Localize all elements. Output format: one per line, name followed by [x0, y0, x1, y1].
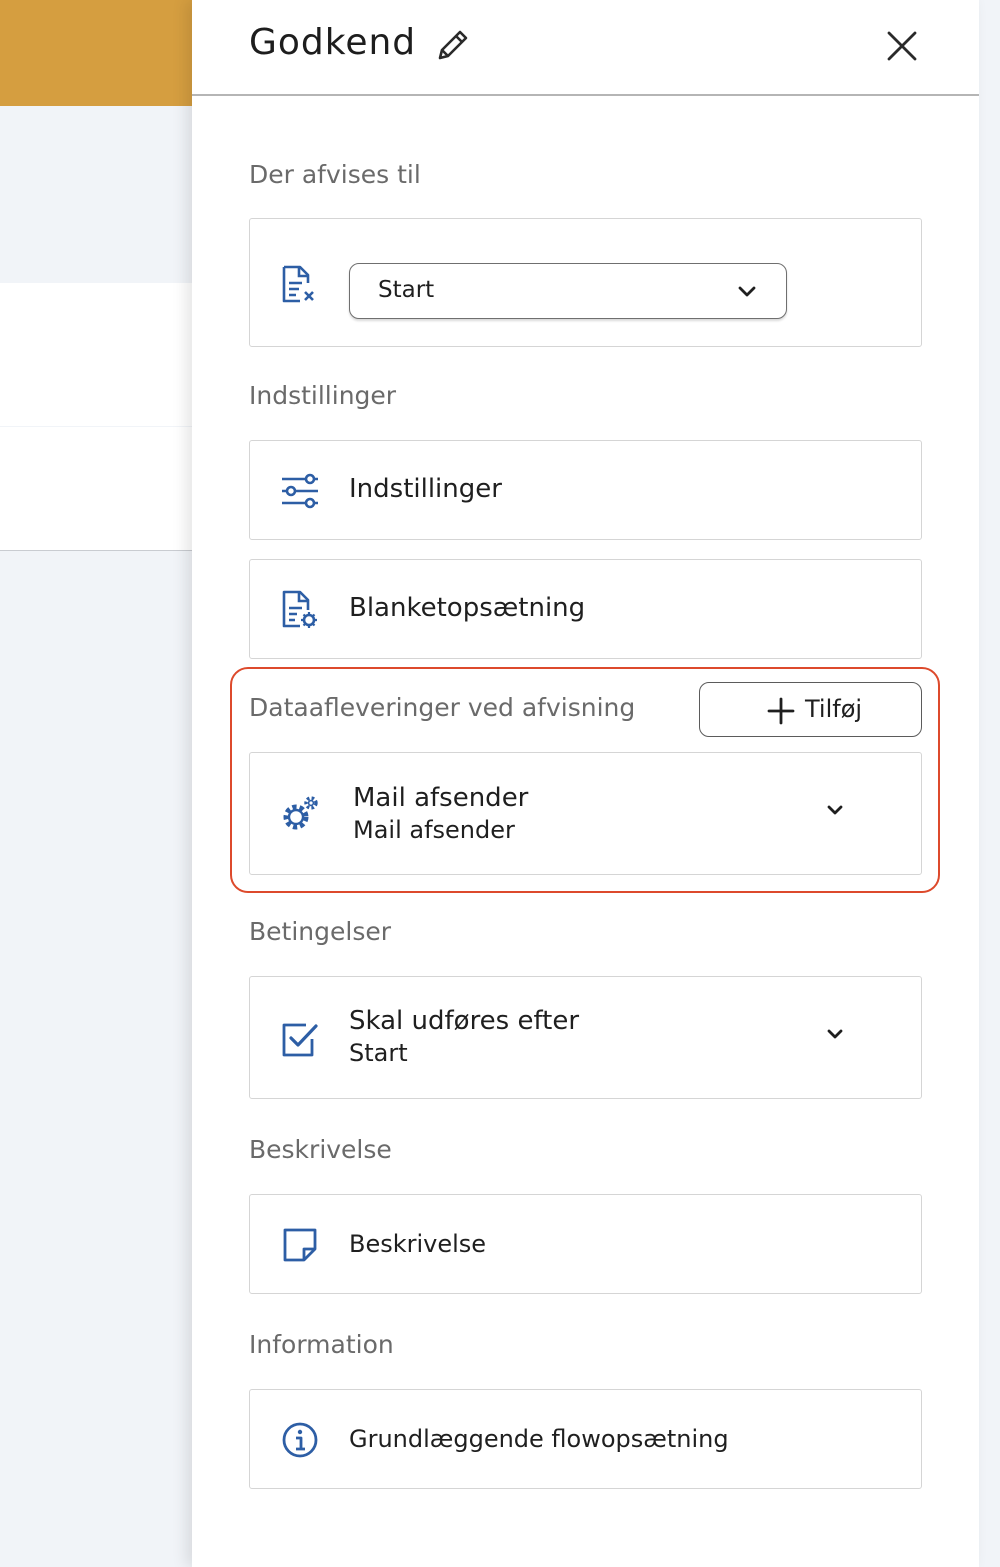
- rejection-target-card: Start: [249, 218, 922, 347]
- sliders-icon: [282, 473, 318, 509]
- section-label-settings: Indstillinger: [249, 381, 397, 410]
- condition-title: Skal udføres efter: [349, 1006, 580, 1036]
- section-label-conditions: Betingelser: [249, 917, 392, 946]
- section-label-rejection: Der afvises til: [249, 160, 421, 189]
- settings-card-label: Indstillinger: [349, 474, 502, 504]
- add-data-delivery-button[interactable]: Tilføj: [699, 682, 922, 737]
- info-icon: [282, 1422, 318, 1458]
- document-reject-icon: [282, 265, 314, 303]
- panel-header: Godkend: [192, 0, 979, 96]
- description-card-label: Beskrivelse: [349, 1230, 487, 1258]
- pencil-icon[interactable]: [434, 26, 472, 64]
- chevron-down-icon[interactable]: [824, 1023, 846, 1045]
- plus-icon: [767, 697, 795, 725]
- note-icon: [283, 1228, 317, 1262]
- panel-title: Godkend: [249, 22, 417, 63]
- section-label-information: Information: [249, 1330, 394, 1359]
- checkbox-checked-icon: [282, 1023, 318, 1057]
- condition-subtitle: Start: [349, 1039, 408, 1067]
- mail-sender-title: Mail afsender: [353, 783, 529, 813]
- close-icon[interactable]: [882, 26, 922, 66]
- information-card-label: Grundlæggende flowopsætning: [349, 1425, 729, 1453]
- page-edge: [979, 0, 1000, 1567]
- section-label-data-deliveries: Dataafleveringer ved afvisning: [249, 693, 636, 722]
- form-setup-card-label: Blanketopsætning: [349, 593, 586, 623]
- form-setup-card[interactable]: Blanketopsætning: [249, 559, 922, 659]
- background-row: [0, 283, 192, 426]
- side-panel: Godkend Der afvises til Start Indstillin…: [192, 0, 979, 1567]
- mail-sender-card[interactable]: Mail afsender Mail afsender: [249, 752, 922, 875]
- settings-card[interactable]: Indstillinger: [249, 440, 922, 540]
- chevron-down-icon: [738, 286, 756, 297]
- section-label-description: Beskrivelse: [249, 1135, 392, 1164]
- description-card[interactable]: Beskrivelse: [249, 1194, 922, 1294]
- chevron-down-icon[interactable]: [824, 799, 846, 821]
- background-row: [0, 427, 192, 551]
- gears-icon: [283, 796, 318, 830]
- information-card[interactable]: Grundlæggende flowopsætning: [249, 1389, 922, 1489]
- condition-card[interactable]: Skal udføres efter Start: [249, 976, 922, 1099]
- mail-sender-subtitle: Mail afsender: [353, 816, 515, 844]
- add-data-delivery-label: Tilføj: [805, 695, 863, 723]
- app-header-bar: [0, 0, 192, 106]
- rejection-target-select[interactable]: Start: [349, 263, 787, 319]
- rejection-target-select-value: Start: [378, 277, 435, 303]
- document-settings-icon: [282, 590, 317, 628]
